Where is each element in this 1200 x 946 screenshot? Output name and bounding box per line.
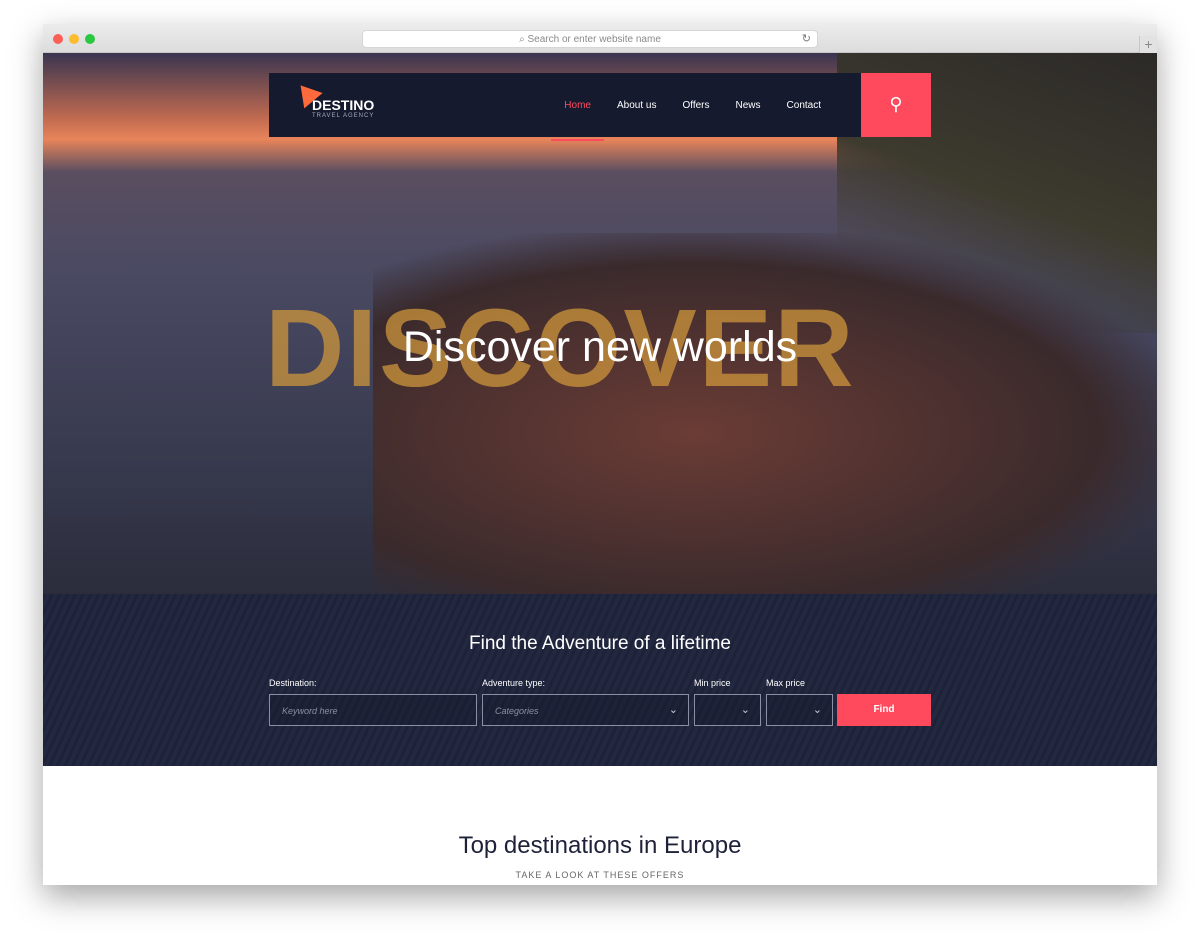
browser-toolbar: ⌕ Search or enter website name ↻ + [43, 24, 1157, 53]
destination-placeholder: Keyword here [282, 706, 338, 716]
section-title: Top destinations in Europe [458, 832, 742, 859]
min-price-select[interactable]: ⌄ [694, 694, 761, 726]
destination-label: Destination: [269, 678, 317, 688]
new-tab-button[interactable]: + [1139, 36, 1157, 53]
adventure-type-label: Adventure type: [482, 678, 546, 688]
destinations-section: Top destinations in Europe TAKE A LOOK A… [43, 766, 1157, 880]
minimize-window-button[interactable] [69, 34, 79, 44]
chevron-down-icon: ⌄ [740, 704, 750, 716]
nav-news[interactable]: News [736, 100, 761, 111]
adventure-type-placeholder: Categories [495, 706, 539, 716]
search-icon: ⚲ [889, 94, 903, 114]
nav-contact[interactable]: Contact [787, 100, 821, 111]
main-navbar: DESTINO TRAVEL AGENCY Home About us Offe… [269, 73, 931, 141]
search-button[interactable]: ⚲ [861, 73, 931, 137]
logo-tagline: TRAVEL AGENCY [312, 113, 375, 119]
adventure-type-select[interactable]: Categories ⌄ [482, 694, 689, 726]
close-window-button[interactable] [53, 34, 63, 44]
browser-window: ⌕ Search or enter website name ↻ + DISCOV… [43, 24, 1157, 885]
nav-offers[interactable]: Offers [682, 100, 709, 111]
destination-input[interactable]: Keyword here [269, 694, 477, 726]
hero-section: DISCOVER Discover new worlds DESTINO TRA… [43, 53, 1157, 594]
nav-about-us[interactable]: About us [617, 100, 656, 111]
search-section: Find the Adventure of a lifetime Destina… [43, 594, 1157, 766]
address-bar[interactable]: ⌕ Search or enter website name ↻ [362, 30, 818, 48]
max-price-select[interactable]: ⌄ [766, 694, 833, 726]
nav-menu: Home About us Offers News Contact [551, 73, 821, 141]
nav-home[interactable]: Home [551, 100, 604, 141]
chevron-down-icon: ⌄ [812, 704, 822, 716]
section-subtitle: TAKE A LOOK AT THESE OFFERS [515, 870, 685, 880]
min-price-label: Min price [694, 678, 731, 688]
maximize-window-button[interactable] [85, 34, 95, 44]
reload-icon[interactable]: ↻ [802, 31, 811, 48]
find-button[interactable]: Find [837, 694, 931, 726]
search-title: Find the Adventure of a lifetime [469, 633, 731, 654]
hero-headline: Discover new worlds [402, 323, 798, 371]
logo[interactable]: DESTINO [312, 97, 374, 113]
address-placeholder: Search or enter website name [527, 34, 661, 45]
max-price-label: Max price [766, 678, 806, 688]
chevron-down-icon: ⌄ [668, 704, 678, 716]
